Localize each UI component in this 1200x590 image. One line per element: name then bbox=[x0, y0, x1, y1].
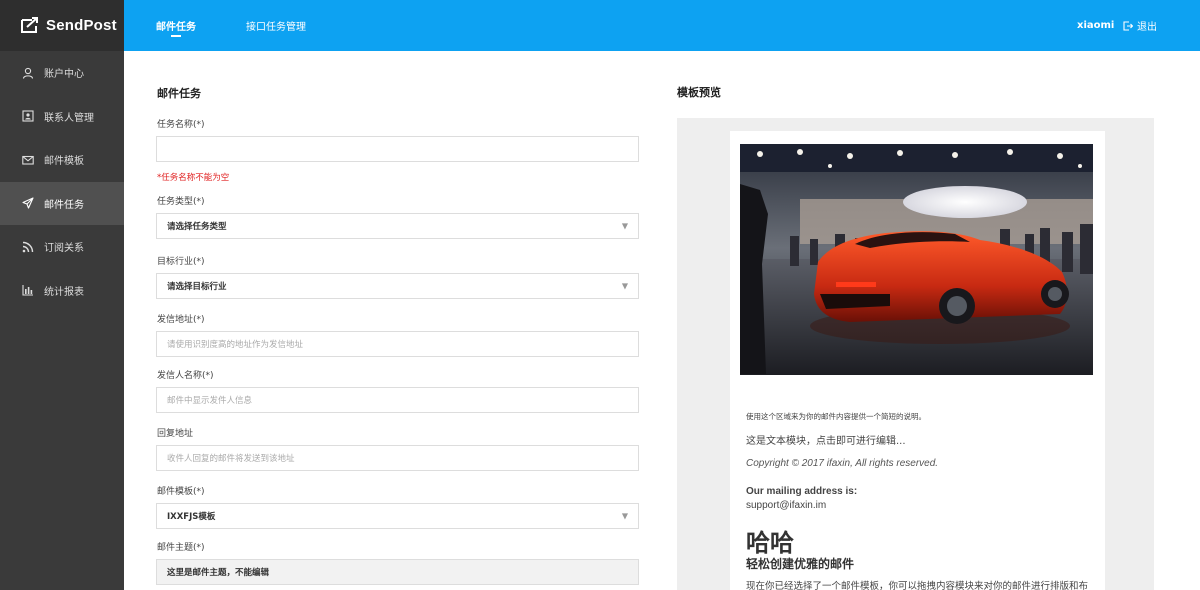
industry-select[interactable]: 请选择目标行业 ▼ bbox=[156, 273, 639, 299]
reply-address-input[interactable]: 收件人回复的邮件将发送到该地址 bbox=[156, 445, 639, 471]
template-select[interactable]: IXXFJS模板 ▼ bbox=[156, 503, 639, 529]
sidebar-item-label: 账户中心 bbox=[44, 69, 84, 81]
tab-label: 邮件任务 bbox=[156, 22, 196, 33]
subject-field: 这里是邮件主题，不能编辑 bbox=[156, 559, 639, 585]
paper-plane-icon bbox=[22, 197, 34, 209]
logout-label: 退出 bbox=[1137, 22, 1157, 33]
preview-mailing-label: Our mailing address is: bbox=[746, 486, 858, 497]
preview-heading: 哈哈 bbox=[746, 529, 794, 557]
top-bar: 邮件任务 接口任务管理 xiaomi 退出 bbox=[124, 0, 1200, 51]
sender-address-label: 发信地址(*) bbox=[157, 315, 205, 325]
task-name-error: *任务名称不能为空 bbox=[157, 173, 230, 183]
sender-address-input[interactable]: 请使用识别度高的地址作为发信地址 bbox=[156, 331, 639, 357]
subject-label: 邮件主题(*) bbox=[157, 543, 205, 553]
user-icon bbox=[22, 67, 34, 79]
tab-mail-tasks[interactable]: 邮件任务 bbox=[156, 0, 196, 51]
task-name-label: 任务名称(*) bbox=[157, 120, 205, 130]
sidebar-item-templates[interactable]: 邮件模板 bbox=[0, 138, 124, 182]
preview-mailing-address: support@ifaxin.im bbox=[746, 500, 827, 511]
tab-api-tasks[interactable]: 接口任务管理 bbox=[246, 0, 306, 51]
reply-address-label: 回复地址 bbox=[157, 429, 194, 439]
caret-down-icon: ▼ bbox=[621, 281, 628, 291]
industry-value: 请选择目标行业 bbox=[167, 282, 227, 292]
sender-name-label: 发信人名称(*) bbox=[157, 371, 214, 381]
task-type-label: 任务类型(*) bbox=[157, 197, 205, 207]
sidebar-item-label: 联系人管理 bbox=[44, 112, 94, 124]
tab-label: 接口任务管理 bbox=[246, 22, 306, 33]
industry-label: 目标行业(*) bbox=[157, 257, 205, 267]
car-showroom-image bbox=[740, 144, 1093, 375]
bar-chart-icon bbox=[22, 284, 34, 296]
task-type-value: 请选择任务类型 bbox=[167, 222, 227, 232]
contact-card-icon bbox=[22, 110, 34, 122]
template-label: 邮件模板(*) bbox=[157, 487, 205, 497]
sidebar-item-label: 订阅关系 bbox=[44, 243, 84, 255]
form-title: 邮件任务 bbox=[157, 87, 201, 100]
caret-down-icon: ▼ bbox=[621, 511, 628, 521]
username[interactable]: xiaomi bbox=[1077, 0, 1114, 51]
sidebar-item-reports[interactable]: 统计报表 bbox=[0, 269, 124, 313]
sidebar-item-mail-tasks[interactable]: 邮件任务 bbox=[0, 181, 124, 225]
sidebar-item-subscriptions[interactable]: 订阅关系 bbox=[0, 225, 124, 269]
preview-subheading: 轻松创建优雅的邮件 bbox=[746, 557, 855, 571]
rss-icon bbox=[22, 241, 34, 253]
logout-icon bbox=[1123, 20, 1133, 31]
caret-down-icon: ▼ bbox=[621, 221, 628, 231]
active-tab-indicator bbox=[171, 35, 181, 37]
preview-text-module[interactable]: 这是文本模块，点击即可进行编辑... bbox=[746, 432, 906, 447]
envelope-icon bbox=[22, 154, 34, 166]
sender-name-input[interactable]: 邮件中显示发件人信息 bbox=[156, 387, 639, 413]
brand-logo[interactable]: SendPost bbox=[0, 0, 124, 51]
task-name-input[interactable] bbox=[156, 136, 639, 162]
task-type-select[interactable]: 请选择任务类型 ▼ bbox=[156, 213, 639, 239]
preview-intro: 使用这个区域来为你的邮件内容提供一个简短的说明。 bbox=[746, 412, 926, 421]
template-value: IXXFJS模板 bbox=[167, 512, 216, 522]
preview-body-text: 现在你已经选择了一个邮件模板，你可以拖拽内容模块来对你的邮件进行排版和布 bbox=[746, 581, 1089, 590]
preview-title: 模板预览 bbox=[677, 86, 721, 99]
sidebar: SendPost 账户中心 联系人管理 邮件模板 邮件任务 订阅关系 统计报表 bbox=[0, 0, 124, 590]
sidebar-item-label: 邮件任务 bbox=[44, 199, 84, 211]
logout-button[interactable]: 退出 bbox=[1123, 0, 1157, 51]
sidebar-item-label: 统计报表 bbox=[44, 286, 84, 298]
sidebar-item-label: 邮件模板 bbox=[44, 156, 84, 168]
brand-name: SendPost bbox=[46, 17, 117, 34]
logo-icon bbox=[21, 16, 38, 33]
sidebar-item-contacts[interactable]: 联系人管理 bbox=[0, 95, 124, 139]
sidebar-item-account[interactable]: 账户中心 bbox=[0, 51, 124, 95]
preview-copyright: Copyright © 2017 ifaxin, All rights rese… bbox=[746, 458, 939, 469]
